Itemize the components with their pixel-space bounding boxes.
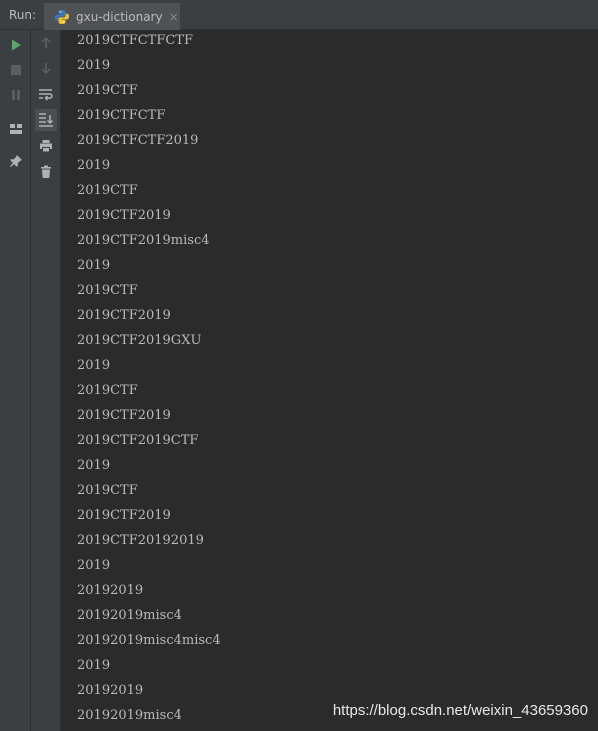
stop-button[interactable] bbox=[5, 59, 27, 81]
console-line: 2019CTF2019 bbox=[77, 208, 171, 223]
tab-gxu-dictionary[interactable]: gxu-dictionary × bbox=[44, 3, 180, 30]
console-line: 2019CTF bbox=[77, 383, 138, 398]
scroll-to-end-icon bbox=[39, 113, 54, 127]
console-line: 2019CTF2019misc4 bbox=[77, 233, 210, 248]
soft-wrap-button[interactable] bbox=[35, 84, 57, 106]
layout-icon bbox=[10, 124, 22, 134]
console-line: 2019CTF2019GXU bbox=[77, 333, 202, 348]
console-line: 2019 bbox=[77, 158, 111, 173]
run-label: Run: bbox=[9, 8, 37, 22]
console-line: 2019CTFCTF2019 bbox=[77, 133, 199, 148]
pin-tab-button[interactable] bbox=[5, 150, 27, 172]
console-line: 2019CTF2019 bbox=[77, 308, 171, 323]
console-line: 2019CTF bbox=[77, 483, 138, 498]
console-line: 2019CTF bbox=[77, 183, 138, 198]
trash-icon bbox=[41, 165, 51, 178]
console-line: 2019 bbox=[77, 358, 111, 373]
pause-button[interactable] bbox=[5, 84, 27, 106]
console-line: 2019CTF bbox=[77, 283, 138, 298]
close-icon[interactable]: × bbox=[169, 10, 179, 24]
run-toolbar: Run: gxu-dictionary × bbox=[0, 0, 598, 30]
tab-title: gxu-dictionary bbox=[76, 9, 163, 24]
console-line: 2019 bbox=[77, 558, 111, 573]
console-line: 2019CTFCTF bbox=[77, 108, 166, 123]
console-line: 20192019misc4 bbox=[77, 608, 182, 623]
console-line: 2019 bbox=[77, 458, 111, 473]
console-line: 20192019 bbox=[77, 683, 144, 698]
arrow-down-icon bbox=[41, 63, 51, 75]
console-line: 2019CTF2019CTF bbox=[77, 433, 199, 448]
stop-icon bbox=[11, 65, 21, 75]
play-icon bbox=[12, 39, 21, 51]
console-line: 20192019misc4misc4 bbox=[77, 633, 221, 648]
arrow-up-icon bbox=[41, 36, 51, 48]
console-line: 2019 bbox=[77, 658, 111, 673]
clear-all-button[interactable] bbox=[35, 161, 57, 183]
console-line: 2019CTFCTFCTF bbox=[77, 33, 193, 48]
console-output[interactable]: 2019CTFCTFCTF 2019 2019CTF 2019CTFCTF 2019CT… bbox=[61, 30, 598, 731]
watermark: https://blog.csdn.net/weixin_43659360 bbox=[332, 702, 588, 719]
restore-layout-button[interactable] bbox=[5, 118, 27, 140]
down-stack-trace-button[interactable] bbox=[35, 57, 57, 79]
up-stack-trace-button[interactable] bbox=[35, 32, 57, 54]
console-line: 2019 bbox=[77, 58, 111, 73]
pin-icon bbox=[10, 155, 22, 167]
pause-icon bbox=[12, 90, 20, 100]
console-actions-toolbar bbox=[31, 30, 61, 731]
soft-wrap-icon bbox=[39, 89, 53, 101]
scroll-to-end-button[interactable] bbox=[35, 109, 57, 131]
console-line: 2019CTF2019 bbox=[77, 508, 171, 523]
python-icon bbox=[55, 9, 69, 24]
print-icon bbox=[40, 140, 52, 153]
print-button[interactable] bbox=[35, 135, 57, 157]
console-line: 2019CTF bbox=[77, 83, 138, 98]
console-line: 2019 bbox=[77, 258, 111, 273]
console-line: 20192019misc4 bbox=[77, 708, 182, 723]
console-line: 20192019 bbox=[77, 583, 144, 598]
console-line: 2019CTF2019 bbox=[77, 408, 171, 423]
console-line: 2019CTF20192019 bbox=[77, 533, 204, 548]
run-actions-toolbar bbox=[0, 30, 31, 731]
rerun-button[interactable] bbox=[5, 34, 27, 56]
